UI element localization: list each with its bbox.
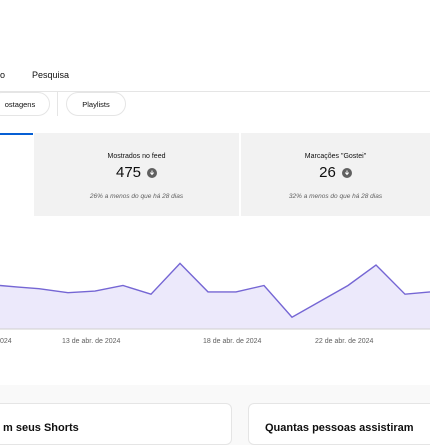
x-tick-label: 22 de abr. de 2024 [315,338,373,345]
metric-value-feed: 475 [34,164,239,181]
chip-playlists-label: Playlists [82,100,110,109]
chart-point[interactable] [16,285,21,290]
chip-postagens[interactable]: ostagens [0,92,50,116]
x-tick-label: 024 [0,338,12,345]
chart-point[interactable] [290,315,295,320]
audience-card-title: Quantas pessoas assistiram [265,422,414,434]
metric-value-likes: 26 [241,164,430,181]
chart-point[interactable] [318,299,323,304]
chart-point[interactable] [374,263,379,268]
chip-playlists[interactable]: Playlists [66,92,126,116]
chip-postagens-label: ostagens [5,100,35,109]
tab-bar: o Pesquisa [0,70,430,90]
tab-partial[interactable]: o [0,70,5,80]
metric-card-likes[interactable]: Marcações "Gostei" 26 32% a menos do que… [241,133,430,216]
x-tick-label: 13 de abr. de 2024 [62,338,120,345]
metric-comparison-likes: 32% a menos do que há 28 dias [241,193,430,200]
x-tick-label: 18 de abr. de 2024 [203,338,261,345]
chart-point[interactable] [206,289,211,294]
metric-card-feed[interactable]: Mostrados no feed 475 26% a menos do que… [34,133,239,216]
chart-point[interactable] [346,283,351,288]
chart-point[interactable] [262,283,267,288]
chart-point[interactable] [66,290,71,295]
metric-card-selected[interactable] [0,133,33,216]
chip-divider [57,92,58,116]
selected-tab-indicator [0,133,33,135]
metric-label-feed: Mostrados no feed [34,153,239,160]
metric-number-feed: 475 [116,164,141,181]
shorts-card[interactable]: m seus Shorts [0,403,232,445]
metric-comparison-feed: 26% a menos do que há 28 dias [34,193,239,200]
chart-point[interactable] [93,289,98,294]
chart-point[interactable] [403,292,408,297]
views-chart: 024 13 de abr. de 2024 18 de abr. de 2024 2… [0,250,430,350]
chart-point[interactable] [37,286,42,291]
chart-point[interactable] [234,289,239,294]
tabs-divider [0,91,430,92]
tab-pesquisa[interactable]: Pesquisa [32,70,69,80]
metric-number-likes: 26 [319,164,336,181]
metric-label-likes: Marcações "Gostei" [241,153,430,160]
shorts-card-title: m seus Shorts [3,422,79,434]
arrow-down-circle-icon [342,168,352,178]
chart-point[interactable] [178,261,183,266]
audience-card[interactable]: Quantas pessoas assistiram [248,403,430,445]
arrow-down-circle-icon [147,168,157,178]
chart-point[interactable] [149,292,154,297]
chart-point[interactable] [121,283,126,288]
